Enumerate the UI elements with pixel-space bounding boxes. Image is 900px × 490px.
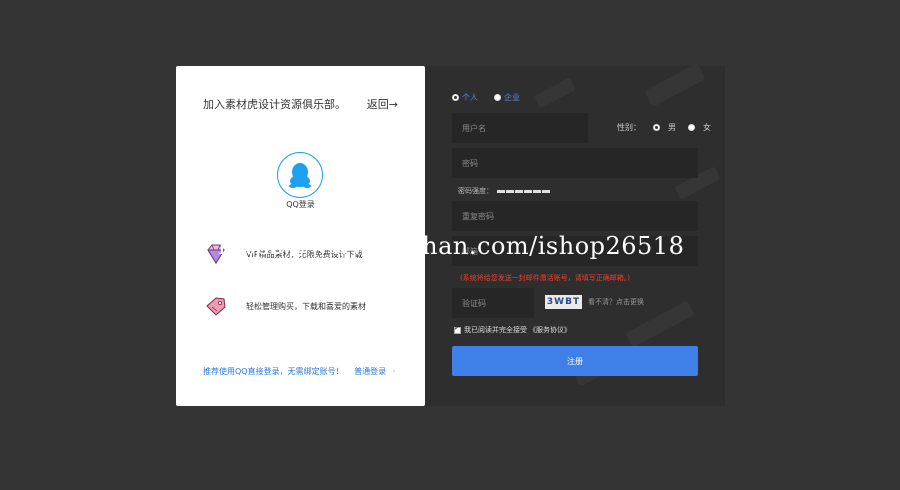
- company-label: 企业: [504, 93, 520, 102]
- captcha-input[interactable]: 验证码: [452, 288, 534, 318]
- qq-login-label: QQ登录: [286, 200, 315, 209]
- gender-male-radio[interactable]: [653, 124, 660, 131]
- agree-text: 我已阅读并完全接受: [464, 326, 527, 334]
- link-dot: ·: [392, 367, 396, 376]
- qq-penguin-icon: [289, 163, 311, 188]
- back-link[interactable]: 返回→: [367, 96, 398, 112]
- agree-checkbox[interactable]: [454, 324, 461, 334]
- gender-label: 性别：: [617, 123, 641, 132]
- service-agreement-link[interactable]: 《服务协议》: [529, 325, 571, 335]
- bottom-links: 推荐使用QQ直接登录，无需绑定账号！ 普通登录 ·: [203, 366, 399, 377]
- feature-text: 轻松管理购买，下载和喜爱的素材: [246, 301, 366, 311]
- password-input[interactable]: 密码: [452, 148, 698, 178]
- feature-item: 轻松管理购买，下载和喜爱的素材: [204, 294, 366, 318]
- email-notice: (系统将给您发送一封邮件激活账号，请填写正确邮箱。): [460, 274, 630, 282]
- background-decoration: [534, 77, 576, 109]
- background-decoration: [644, 62, 706, 108]
- strength-label: 密码强度：: [458, 187, 493, 195]
- watermark: https://www.huzhan.com/ishop26518: [218, 232, 685, 260]
- terms-agreement: 我已阅读并完全接受 《服务协议》: [454, 324, 571, 335]
- account-type-selector: 个人 企业: [452, 92, 536, 103]
- normal-login-link[interactable]: 普通登录: [354, 367, 386, 376]
- register-button[interactable]: 注册: [452, 346, 698, 376]
- personal-radio[interactable]: [452, 94, 459, 101]
- strength-bars: [497, 189, 551, 193]
- captcha-refresh-link[interactable]: 看不清？点击更换: [588, 297, 644, 307]
- password-strength: 密码强度：: [458, 186, 551, 196]
- qq-login-button[interactable]: [277, 152, 323, 198]
- personal-label: 个人: [462, 93, 478, 102]
- captcha-image[interactable]: 3WBT: [545, 295, 582, 309]
- gender-female-radio[interactable]: [688, 124, 695, 131]
- gender-male-label: 男: [668, 123, 676, 132]
- company-radio[interactable]: [494, 94, 501, 101]
- repeat-password-input[interactable]: 重复密码: [452, 201, 698, 231]
- background-decoration: [625, 300, 695, 348]
- gender-female-label: 女: [703, 123, 711, 132]
- qq-direct-link[interactable]: 推荐使用QQ直接登录，无需绑定账号！: [203, 367, 344, 376]
- panel-title: 加入素材虎设计资源俱乐部。: [203, 98, 346, 111]
- price-tag-icon: [206, 297, 226, 316]
- gender-selector: 性别： 男 女: [617, 122, 719, 133]
- username-input[interactable]: 用户名: [452, 113, 588, 143]
